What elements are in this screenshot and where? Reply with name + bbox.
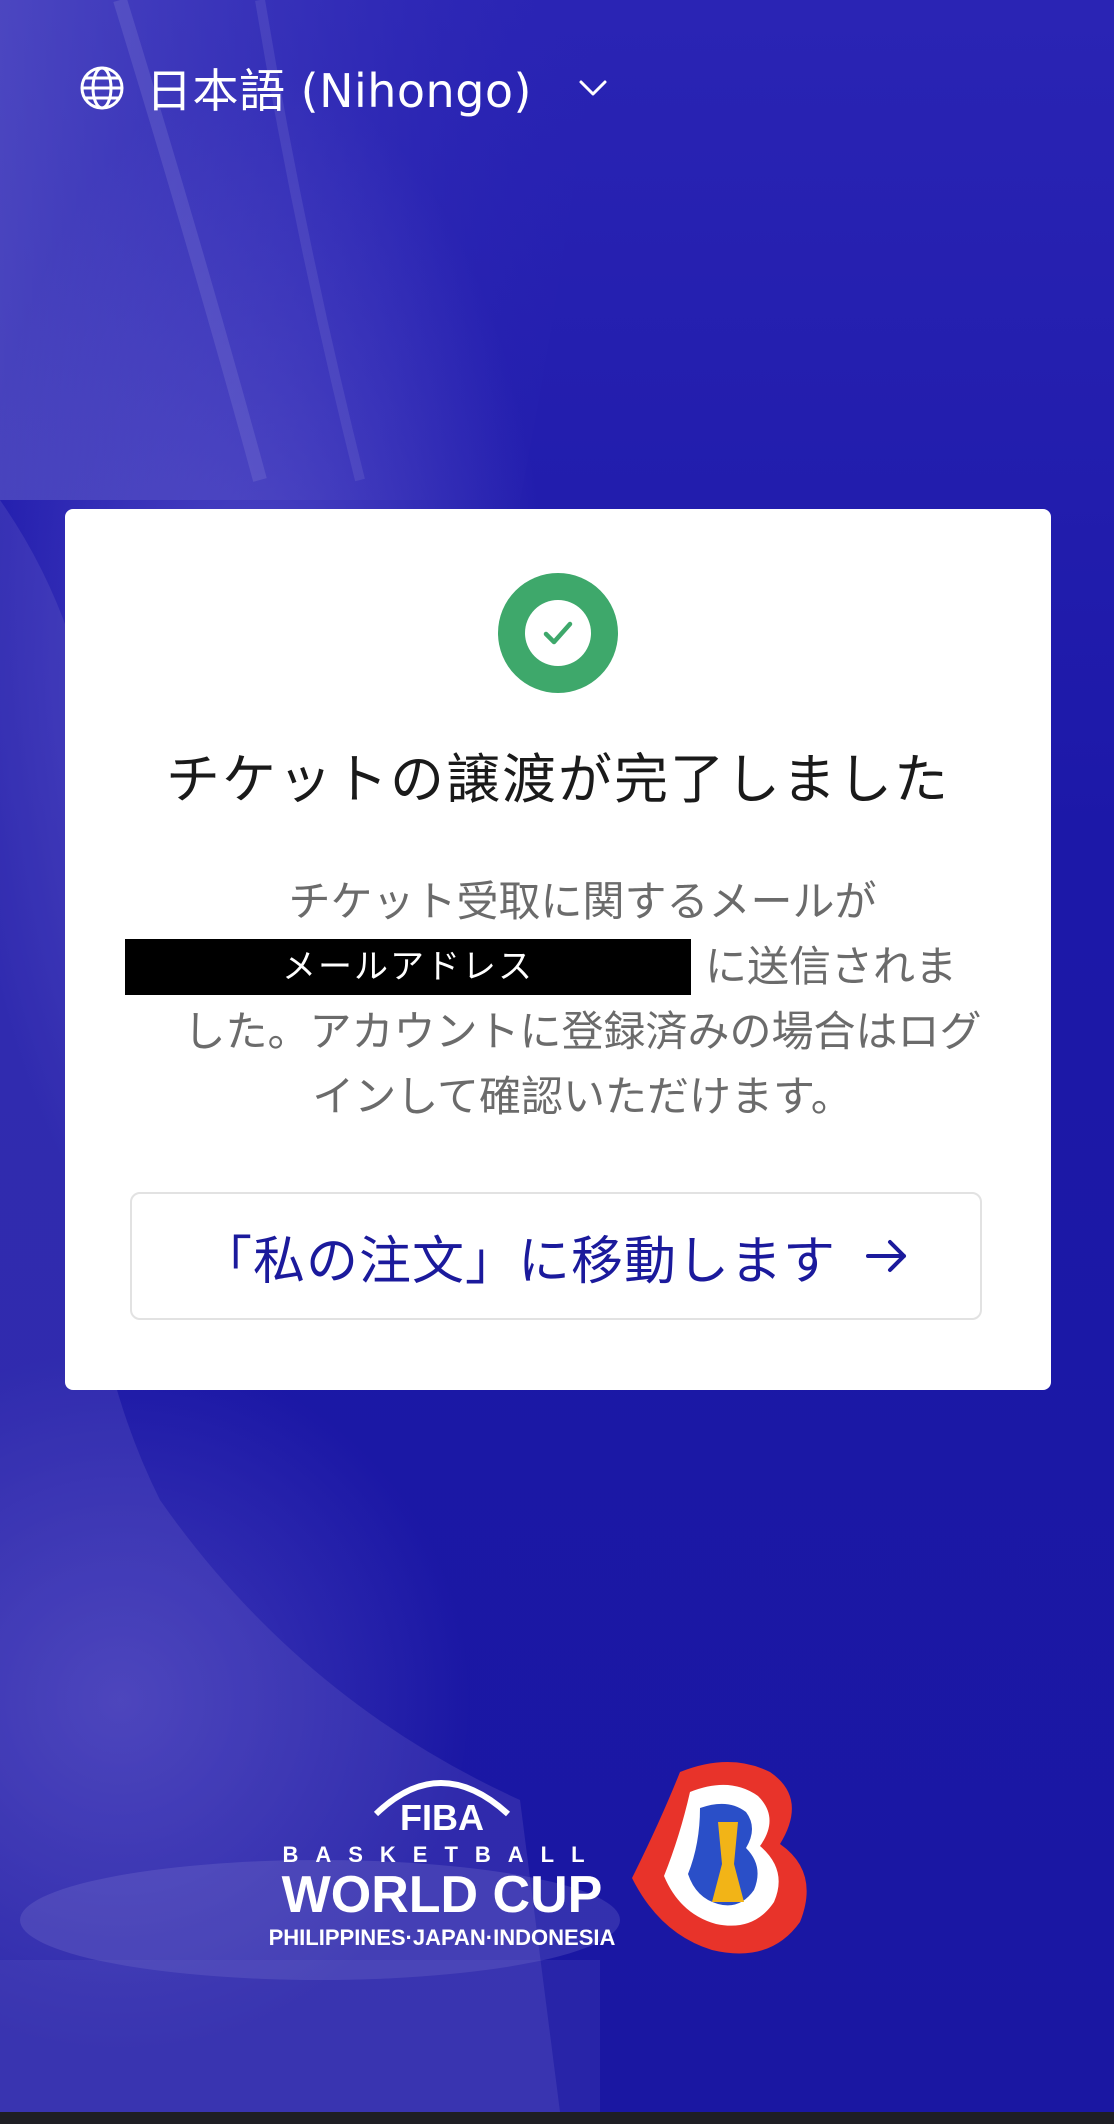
checkmark-icon bbox=[543, 621, 573, 645]
card-message: チケット受取に関するメールが メールアドレス に送信されま した。アカウントに登… bbox=[125, 869, 1040, 1129]
world-cup-23-emblem bbox=[632, 1762, 807, 1954]
redacted-email: メールアドレス bbox=[125, 938, 691, 995]
world-cup-text: WORLD CUP bbox=[282, 1866, 603, 1924]
globe-icon bbox=[80, 66, 124, 110]
language-label: 日本語 (Nihongo) bbox=[146, 64, 532, 118]
card-title: チケットの譲渡が完了しました bbox=[166, 748, 950, 811]
chevron-down-icon bbox=[579, 80, 607, 96]
arrow-right-icon bbox=[866, 1240, 906, 1272]
fiba-world-cup-logo: FIBA BASKETBALL WORLD CUP PHILIPPINES·JA… bbox=[269, 1762, 807, 1954]
message-line-3: した。アカウントに登録済みの場合はログ bbox=[183, 1007, 982, 1056]
system-navigation-bar bbox=[0, 2112, 1114, 2124]
host-countries-text: PHILIPPINES·JAPAN·INDONESIA bbox=[269, 1925, 616, 1950]
check-circle-icon bbox=[498, 573, 618, 693]
message-line-1: チケット受取に関するメールが bbox=[288, 877, 877, 926]
basketball-text: BASKETBALL bbox=[282, 1842, 601, 1867]
fiba-text: FIBA bbox=[400, 1797, 484, 1838]
go-to-my-orders-label: 「私の注文」に移動します bbox=[199, 1231, 836, 1292]
message-line-2-suffix: に送信されま bbox=[705, 942, 958, 991]
go-to-my-orders-button[interactable]: 「私の注文」に移動します bbox=[130, 1192, 982, 1320]
language-selector[interactable]: 日本語 (Nihongo) bbox=[78, 56, 610, 120]
message-line-4: インして確認いただけます。 bbox=[312, 1072, 853, 1121]
transfer-complete-card: チケットの譲渡が完了しました チケット受取に関するメールが メールアドレス に送… bbox=[65, 509, 1051, 1390]
